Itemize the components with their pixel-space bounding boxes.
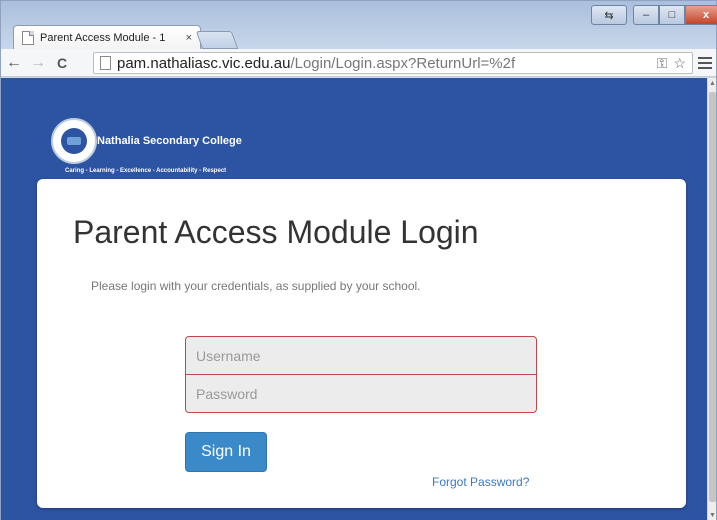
menu-icon[interactable] bbox=[698, 53, 712, 73]
page-viewport: Nathalia Secondary College Caring - Lear… bbox=[1, 78, 707, 520]
vertical-scrollbar[interactable]: ▲ ▼ bbox=[707, 78, 716, 520]
login-card: Parent Access Module Login Please login … bbox=[37, 179, 686, 508]
maximize-button[interactable]: □ bbox=[659, 5, 685, 25]
school-motto: Caring - Learning - Excellence - Account… bbox=[65, 168, 227, 174]
bookmark-star-icon[interactable]: ☆ bbox=[673, 55, 686, 72]
scrollbar-thumb[interactable] bbox=[709, 92, 716, 502]
browser-tab[interactable]: Parent Access Module - 1 × bbox=[13, 25, 201, 49]
username-input[interactable] bbox=[185, 336, 537, 375]
profile-switcher-icon[interactable]: ⇆ bbox=[591, 5, 627, 25]
window-controls: – □ x bbox=[633, 5, 717, 25]
title-bar: Parent Access Module - 1 × ⇆ – □ x bbox=[1, 1, 717, 49]
page-icon bbox=[22, 30, 34, 45]
tab-title: Parent Access Module - 1 bbox=[40, 31, 166, 44]
login-instructions: Please login with your credentials, as s… bbox=[91, 279, 421, 293]
url-path: /Login/Login.aspx?ReturnUrl=%2f bbox=[290, 54, 516, 72]
scroll-up-icon[interactable]: ▲ bbox=[708, 80, 717, 87]
minimize-button[interactable]: – bbox=[633, 5, 659, 25]
reload-button[interactable]: C bbox=[51, 52, 73, 74]
sign-in-button[interactable]: Sign In bbox=[185, 432, 267, 472]
key-icon[interactable]: ⚿ bbox=[657, 55, 668, 72]
address-bar[interactable]: pam.nathaliasc.vic.edu.au /Login/Login.a… bbox=[93, 52, 693, 74]
browser-window: Parent Access Module - 1 × ⇆ – □ x ← → C… bbox=[0, 0, 717, 520]
school-logo bbox=[51, 118, 97, 164]
tab-close-icon[interactable]: × bbox=[186, 32, 192, 44]
url-host: pam.nathaliasc.vic.edu.au bbox=[117, 54, 291, 72]
page-title: Parent Access Module Login bbox=[73, 214, 479, 250]
page-icon bbox=[100, 56, 111, 70]
back-button[interactable]: ← bbox=[3, 52, 25, 74]
school-name: Nathalia Secondary College bbox=[97, 135, 242, 147]
new-tab-button[interactable] bbox=[195, 31, 239, 49]
scroll-down-icon[interactable]: ▼ bbox=[708, 512, 717, 519]
close-window-button[interactable]: x bbox=[685, 5, 717, 25]
forward-button[interactable]: → bbox=[27, 52, 49, 74]
browser-toolbar: ← → C pam.nathaliasc.vic.edu.au /Login/L… bbox=[1, 49, 716, 77]
password-input[interactable] bbox=[185, 374, 537, 413]
forgot-password-link[interactable]: Forgot Password? bbox=[432, 475, 529, 489]
